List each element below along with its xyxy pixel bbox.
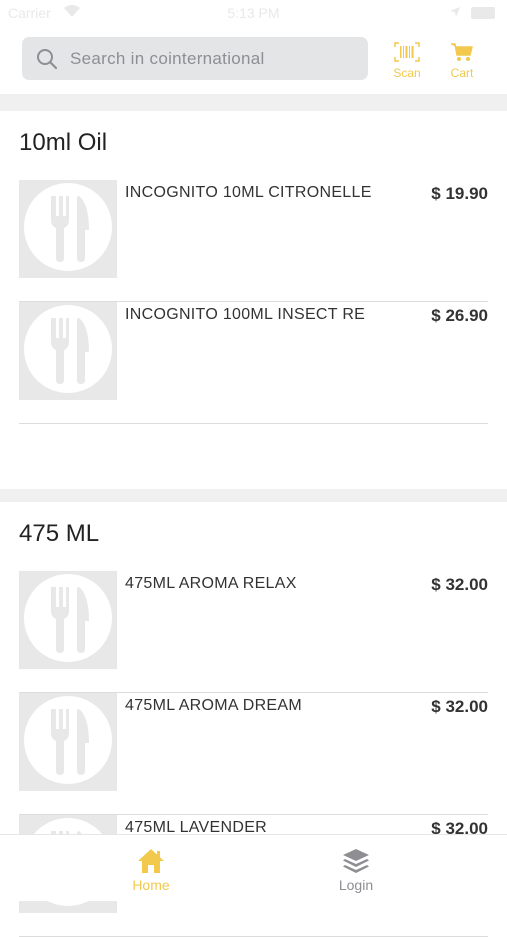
cart-icon — [438, 42, 486, 62]
product-name: INCOGNITO 10ML CITRONELLE — [125, 184, 372, 201]
product-thumbnail — [19, 180, 117, 278]
cutlery-icon — [23, 304, 113, 399]
section-title: 475 ML — [19, 520, 100, 547]
top-bar: Search in cointernational Scan Cart — [0, 26, 507, 94]
search-placeholder: Search in cointernational — [70, 48, 265, 68]
product-item[interactable]: INCOGNITO 100ML INSECT RE $ 26.90 — [19, 302, 488, 424]
product-thumbnail — [19, 693, 117, 791]
status-time: 5:13 PM — [227, 5, 280, 21]
tab-home[interactable]: Home — [101, 847, 201, 893]
search-input[interactable]: Search in cointernational — [22, 37, 368, 80]
location-icon — [449, 5, 461, 21]
tab-login[interactable]: Login — [306, 847, 406, 893]
tab-login-label: Login — [338, 877, 374, 893]
product-name: 475ML AROMA DREAM — [125, 697, 303, 714]
scan-label: Scan — [393, 66, 421, 80]
product-price: $ 32.00 — [431, 575, 488, 594]
cart-label: Cart — [450, 66, 474, 80]
section-divider — [0, 489, 507, 502]
product-name: 475ML AROMA RELAX — [125, 575, 297, 592]
product-price: $ 32.00 — [431, 697, 488, 716]
product-item[interactable]: INCOGNITO 10ML CITRONELLE $ 19.90 — [19, 180, 488, 302]
cutlery-icon — [23, 573, 113, 668]
cart-button[interactable]: Cart — [438, 42, 486, 86]
cutlery-icon — [23, 695, 113, 790]
barcode-icon — [383, 42, 431, 62]
section-divider — [0, 94, 507, 111]
product-price: $ 26.90 — [431, 306, 488, 325]
scan-button[interactable]: Scan — [383, 42, 431, 86]
tab-bar: Home Login — [0, 834, 507, 901]
search-icon — [36, 48, 58, 70]
section-title: 10ml Oil — [19, 129, 108, 156]
status-bar: Carrier 5:13 PM — [0, 0, 507, 26]
product-thumbnail — [19, 571, 117, 669]
home-icon — [101, 847, 201, 875]
product-name: INCOGNITO 100ML INSECT RE — [125, 306, 366, 323]
row-divider — [19, 423, 488, 424]
product-thumbnail — [19, 302, 117, 400]
product-item[interactable]: 475ML AROMA RELAX $ 32.00 — [19, 571, 488, 693]
cutlery-icon — [23, 182, 113, 277]
battery-icon — [471, 7, 495, 19]
layers-icon — [306, 847, 406, 875]
product-price: $ 19.90 — [431, 184, 488, 203]
tab-home-label: Home — [132, 877, 170, 893]
product-item[interactable]: 475ML AROMA DREAM $ 32.00 — [19, 693, 488, 815]
